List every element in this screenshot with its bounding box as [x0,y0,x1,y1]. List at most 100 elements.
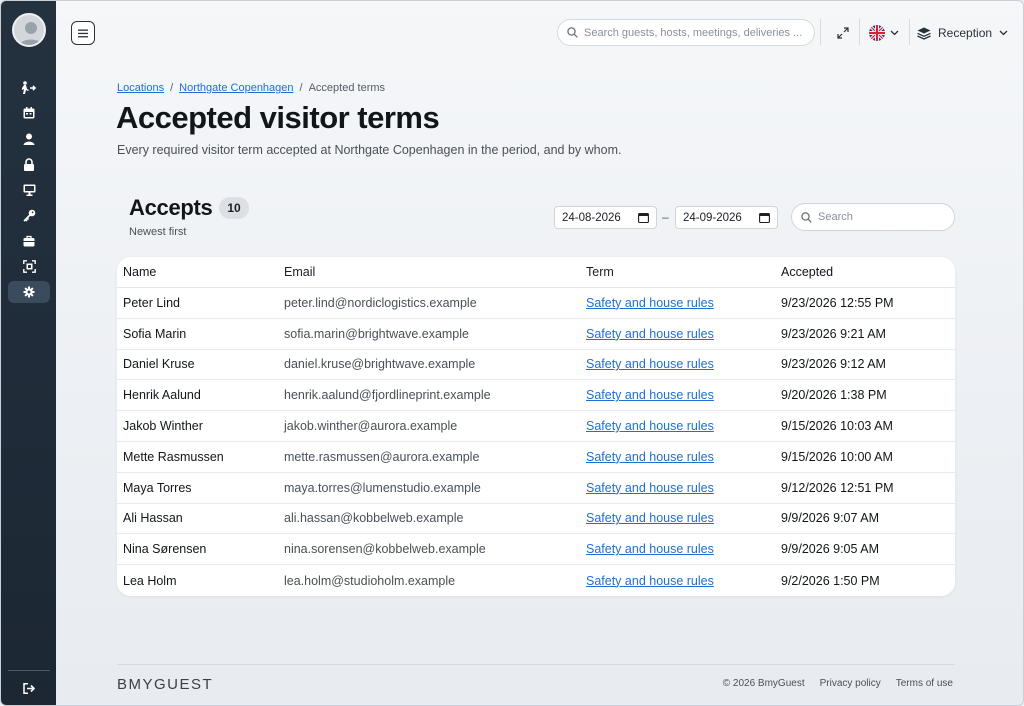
topbar-divider [859,19,860,45]
menu-toggle-button[interactable] [71,21,95,45]
cell-email: sofia.marin@brightwave.example [284,326,469,341]
date-separator: – [662,210,669,224]
cell-accepted: 9/23/2026 9:12 AM [781,357,886,372]
terms-of-use-link[interactable]: Terms of use [896,678,953,689]
global-search-input[interactable] [584,26,804,39]
table-search-input[interactable] [818,211,948,223]
term-link[interactable]: Safety and house rules [586,542,714,556]
cell-email: ali.hassan@kobbelweb.example [284,511,464,526]
location-selector[interactable]: Reception [917,22,1008,44]
date-to-input[interactable]: 24-09-2026 [675,206,778,229]
sidebar-item-security[interactable] [8,153,50,175]
key-icon [22,209,35,222]
term-link[interactable]: Safety and house rules [586,511,714,525]
term-link[interactable]: Safety and house rules [586,419,714,433]
table-body: Peter Lind peter.lind@nordiclogistics.exa… [117,288,955,596]
location-label: Reception [938,26,993,40]
cell-name: Henrik Aalund [123,388,201,403]
column-header-email[interactable]: Email [284,265,315,279]
column-header-accepted[interactable]: Accepted [781,265,833,279]
uk-flag-icon [869,25,885,41]
cell-email: jakob.winther@aurora.example [284,419,458,434]
table-search[interactable] [791,203,955,231]
breadcrumb-separator: / [170,82,174,94]
sidebar-divider [8,670,50,671]
logout-button[interactable] [8,677,50,699]
search-icon [801,211,812,223]
sidebar-item-users[interactable] [8,128,50,150]
sidebar-item-deliveries[interactable] [8,230,50,252]
term-link[interactable]: Safety and house rules [586,388,714,402]
page-description: Every required visitor term accepted at … [117,143,622,157]
table-row[interactable]: Nina Sørensen nina.sorensen@kobbelweb.exa… [117,534,955,566]
table-row[interactable]: Peter Lind peter.lind@nordiclogistics.exa… [117,288,955,319]
cell-accepted: 9/12/2026 12:51 PM [781,480,894,495]
privacy-policy-link[interactable]: Privacy policy [820,678,881,689]
cell-email: mette.rasmussen@aurora.example [284,449,480,464]
table-row[interactable]: Lea Holm lea.holm@studioholm.example Safet… [117,565,955,596]
chevron-down-icon [999,30,1008,36]
cell-name: Nina Sørensen [123,542,207,557]
date-to-value: 24-09-2026 [683,211,742,224]
accepts-table: Name Email Term Accepted Peter Lind peter… [117,257,955,596]
term-link[interactable]: Safety and house rules [586,357,714,371]
avatar[interactable] [12,13,46,47]
column-header-term[interactable]: Term [586,265,614,279]
cell-name: Lea Holm [123,573,177,588]
term-link[interactable]: Safety and house rules [586,481,714,495]
sidebar-item-displays[interactable] [8,179,50,201]
topbar-divider [909,19,910,45]
cell-accepted: 9/20/2026 1:38 PM [781,388,887,403]
sidebar-item-keys[interactable] [8,204,50,226]
date-from-input[interactable]: 24-08-2026 [554,206,657,229]
cell-name: Sofia Marin [123,326,187,341]
column-header-name[interactable]: Name [123,265,156,279]
cell-name: Maya Torres [123,480,192,495]
footer-divider [117,664,955,665]
fullscreen-button[interactable] [833,23,853,43]
cell-accepted: 9/15/2026 10:00 AM [781,449,893,464]
cell-accepted: 9/2/2026 1:50 PM [781,573,880,588]
table-row[interactable]: Sofia Marin sofia.marin@brightwave.exampl… [117,319,955,350]
copyright-text: © 2026 BmyGuest [722,678,805,689]
cell-accepted: 9/23/2026 12:55 PM [781,295,894,310]
cell-accepted: 9/15/2026 10:03 AM [781,419,893,434]
calendar-icon[interactable] [638,212,649,223]
sidebar-item-scan[interactable] [8,255,50,277]
gear-icon [23,286,35,298]
table-row[interactable]: Jakob Winther jakob.winther@aurora.exampl… [117,411,955,442]
table-row[interactable]: Maya Torres maya.torres@lumenstudio.examp… [117,473,955,504]
global-search[interactable] [557,19,815,46]
cell-name: Daniel Kruse [123,357,195,372]
term-link[interactable]: Safety and house rules [586,574,714,588]
term-link[interactable]: Safety and house rules [586,296,714,310]
cell-accepted: 9/9/2026 9:05 AM [781,542,879,557]
scan-icon [22,259,36,273]
language-selector[interactable] [869,23,899,43]
cell-name: Peter Lind [123,295,180,310]
lock-icon [24,157,34,171]
topbar-divider [820,19,821,45]
sidebar-item-calendar[interactable] [8,102,50,124]
breadcrumb-locations[interactable]: Locations [117,82,164,94]
cell-name: Mette Rasmussen [123,449,224,464]
breadcrumb-location[interactable]: Northgate Copenhagen [179,82,293,94]
term-link[interactable]: Safety and house rules [586,327,714,341]
cell-email: henrik.aalund@fjordlineprint.example [284,388,491,403]
table-row[interactable]: Ali Hassan ali.hassan@kobbelweb.example Sa… [117,504,955,535]
calendar-icon[interactable] [759,212,770,223]
expand-icon [837,27,849,39]
cell-email: nina.sorensen@kobbelweb.example [284,542,486,557]
table-row[interactable]: Mette Rasmussen mette.rasmussen@aurora.ex… [117,442,955,473]
sidebar-item-settings[interactable] [8,281,50,303]
term-link[interactable]: Safety and house rules [586,450,714,464]
sidebar-item-visitors[interactable] [8,77,50,99]
search-icon [567,27,578,38]
table-row[interactable]: Daniel Kruse daniel.kruse@brightwave.exam… [117,350,955,381]
sidebar [1,1,56,705]
table-row[interactable]: Henrik Aalund henrik.aalund@fjordlineprin… [117,380,955,412]
briefcase-icon [23,235,35,247]
cell-accepted: 9/23/2026 9:21 AM [781,326,886,341]
footer-logo: BMYGUEST [117,676,214,693]
section-title: Accepts [129,195,213,220]
